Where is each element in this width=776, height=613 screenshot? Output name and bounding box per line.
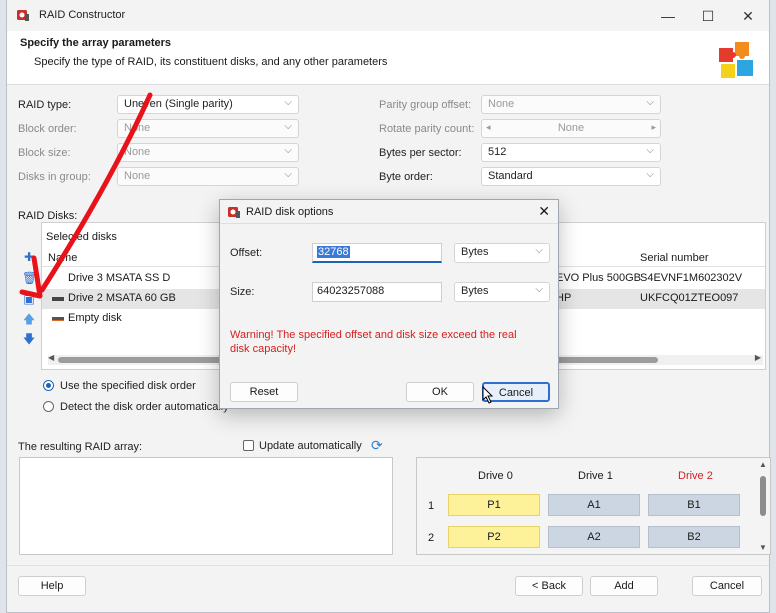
specified-order-label: Use the specified disk order xyxy=(60,380,196,392)
drive-0-header: Drive 0 xyxy=(478,470,513,482)
byte-order-label: Byte order: xyxy=(379,171,433,183)
add-disk-icon[interactable]: ✚ xyxy=(22,250,36,264)
update-auto-checkbox[interactable] xyxy=(243,440,254,451)
result-label: The resulting RAID array: xyxy=(18,441,143,453)
bytes-per-sector-select[interactable]: 512 ⌵ xyxy=(481,143,661,162)
help-button[interactable]: Help xyxy=(18,576,86,596)
cancel-button[interactable]: Cancel xyxy=(692,576,762,596)
update-auto-label: Update automatically xyxy=(259,440,362,452)
disks-in-group-label: Disks in group: xyxy=(18,171,91,183)
move-up-icon[interactable]: 🡅 xyxy=(22,312,36,326)
auto-order-radio[interactable] xyxy=(43,401,54,412)
window-title: RAID Constructor xyxy=(39,9,126,21)
offset-input[interactable]: 32768 xyxy=(312,243,442,263)
capacity-warning: Warning! The specified offset and disk s… xyxy=(230,329,517,355)
vertical-scrollbar[interactable]: ▲ ▼ xyxy=(758,460,768,552)
column-serial[interactable]: Serial number xyxy=(640,252,708,264)
block-size-select[interactable]: None ⌵ xyxy=(117,143,299,162)
data-cell: B1 xyxy=(648,494,740,516)
maximize-button[interactable]: ☐ xyxy=(693,5,723,27)
close-button[interactable]: ✕ xyxy=(733,5,763,27)
reset-button[interactable]: Reset xyxy=(230,382,298,402)
drive-1-header: Drive 1 xyxy=(578,470,613,482)
column-name[interactable]: Name xyxy=(48,252,77,264)
scroll-up-icon[interactable]: ▲ xyxy=(759,460,767,469)
app-icon xyxy=(228,207,240,218)
move-down-icon[interactable]: 🡇 xyxy=(22,332,36,346)
chevron-down-icon: ⌵ xyxy=(535,245,543,256)
disk-options-icon[interactable]: ▣ xyxy=(22,292,36,306)
raid-type-select[interactable]: Uneven (Single parity) ⌵ xyxy=(117,95,299,114)
ok-button[interactable]: OK xyxy=(406,382,474,402)
scrollbar-thumb[interactable] xyxy=(760,476,766,516)
specified-order-radio[interactable] xyxy=(43,380,54,391)
size-label: Size: xyxy=(230,286,255,298)
scroll-down-icon[interactable]: ▼ xyxy=(759,543,767,552)
chevron-down-icon: ⌵ xyxy=(646,97,654,108)
parity-cell: P2 xyxy=(448,526,540,548)
raid-type-label: RAID type: xyxy=(18,99,72,111)
parity-group-offset-label: Parity group offset: xyxy=(379,99,472,111)
chevron-down-icon: ⌵ xyxy=(284,97,292,108)
block-order-select[interactable]: None ⌵ xyxy=(117,119,299,138)
page-title: Specify the array parameters xyxy=(20,37,172,49)
parity-group-offset-select[interactable]: None ⌵ xyxy=(481,95,661,114)
chevron-down-icon: ⌵ xyxy=(646,169,654,180)
title-bar: RAID Constructor — ☐ ✕ xyxy=(7,0,769,31)
chevron-down-icon: ⌵ xyxy=(284,121,292,132)
footer-divider xyxy=(7,565,769,566)
mouse-cursor-icon xyxy=(482,386,494,404)
page-subtitle: Specify the type of RAID, its constituen… xyxy=(34,56,388,68)
row-number: 1 xyxy=(428,500,435,512)
refresh-icon[interactable]: ⟳ xyxy=(371,437,383,454)
drive-icon xyxy=(52,297,64,301)
chevron-down-icon: ⌵ xyxy=(284,169,292,180)
size-input[interactable]: 64023257088 xyxy=(312,282,442,302)
block-order-label: Block order: xyxy=(18,123,77,135)
parity-cell: P1 xyxy=(448,494,540,516)
minimize-button[interactable]: — xyxy=(653,5,683,27)
puzzle-icon xyxy=(719,42,753,78)
chevron-down-icon: ⌵ xyxy=(646,145,654,156)
empty-disk-icon xyxy=(52,317,64,321)
dialog-title: RAID disk options xyxy=(246,206,334,218)
bytes-per-sector-label: Bytes per sector: xyxy=(379,147,462,159)
block-size-label: Block size: xyxy=(18,147,71,159)
dialog-title-bar: RAID disk options ✕ xyxy=(220,200,558,224)
chevron-down-icon: ⌵ xyxy=(535,284,543,295)
drive-2-header: Drive 2 xyxy=(678,470,713,482)
size-unit-select[interactable]: Bytes ⌵ xyxy=(454,282,550,302)
offset-unit-select[interactable]: Bytes ⌵ xyxy=(454,243,550,263)
raid-disks-label: RAID Disks: xyxy=(18,210,78,222)
app-icon xyxy=(17,10,29,21)
data-cell: A1 xyxy=(548,494,640,516)
rotate-parity-count-spinner[interactable]: ◂ None ▸ xyxy=(481,119,661,138)
back-button[interactable]: < Back xyxy=(515,576,583,596)
delete-disk-icon[interactable]: 🗑 xyxy=(22,271,37,285)
row-number: 2 xyxy=(428,532,435,544)
rotate-parity-count-label: Rotate parity count: xyxy=(379,123,475,135)
wizard-header: Specify the array parameters Specify the… xyxy=(7,31,769,85)
data-cell: A2 xyxy=(548,526,640,548)
data-cell: B2 xyxy=(648,526,740,548)
byte-order-select[interactable]: Standard ⌵ xyxy=(481,167,661,186)
disks-in-group-select[interactable]: None ⌵ xyxy=(117,167,299,186)
result-textbox[interactable] xyxy=(19,457,393,555)
scroll-right-icon[interactable]: ▶ xyxy=(755,353,761,362)
selected-disks-label: Selected disks xyxy=(46,231,117,243)
auto-order-label: Detect the disk order automatically xyxy=(60,401,229,413)
dialog-close-icon[interactable]: ✕ xyxy=(538,203,550,220)
chevron-down-icon: ⌵ xyxy=(284,145,292,156)
raid-disk-options-dialog: RAID disk options ✕ Offset: 32768 Bytes ⌵… xyxy=(219,199,559,409)
spin-right-icon[interactable]: ▸ xyxy=(651,122,656,133)
add-button[interactable]: Add xyxy=(590,576,658,596)
raid-map-panel: Drive 0 Drive 1 Drive 2 1 P1 A1 B1 2 P2 … xyxy=(416,457,771,555)
scroll-left-icon[interactable]: ◀ xyxy=(48,353,54,362)
offset-label: Offset: xyxy=(230,247,263,259)
